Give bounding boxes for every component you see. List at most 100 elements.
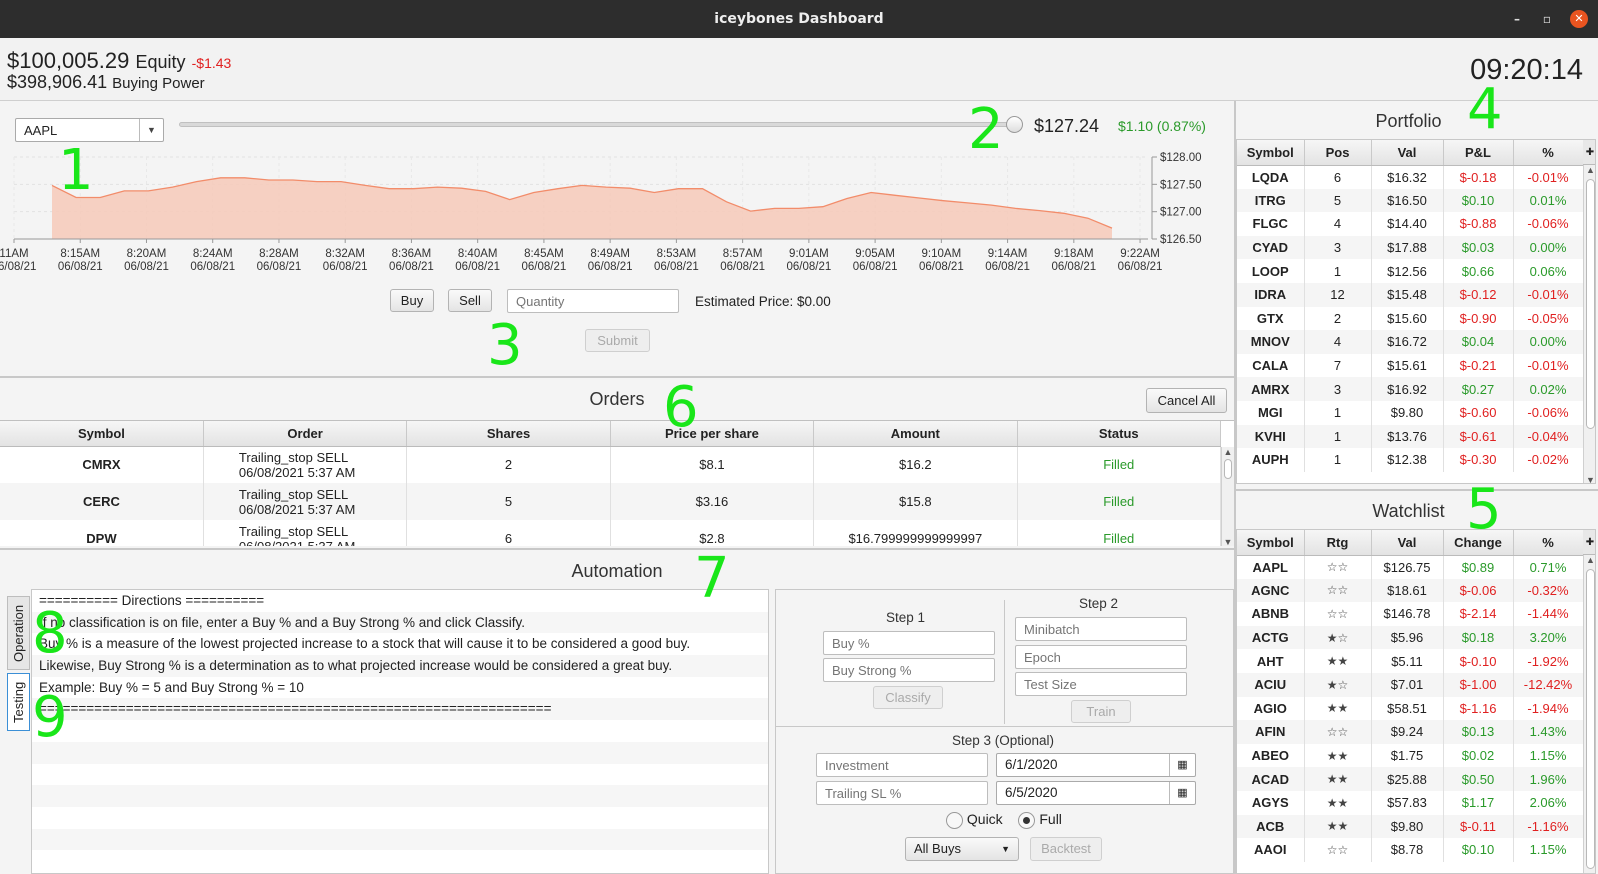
full-label: Full — [1039, 811, 1062, 827]
cancel-all-button[interactable]: Cancel All — [1146, 388, 1227, 413]
portfolio-row[interactable]: LOOP 1 $12.56 $0.66 0.06% — [1237, 259, 1584, 283]
portfolio-row[interactable]: AMRX 3 $16.92 $0.27 0.02% — [1237, 377, 1584, 401]
portfolio-row[interactable]: CYAD 3 $17.88 $0.03 0.00% — [1237, 235, 1584, 260]
watchlist-row[interactable]: AGYS ★★ $57.83 $1.17 2.06% — [1237, 790, 1584, 815]
orders-col-order[interactable]: Order — [203, 421, 408, 447]
portfolio-row[interactable]: GTX 2 $15.60 $-0.90 -0.05% — [1237, 306, 1584, 331]
watchlist-row[interactable]: ACAD ★★ $25.88 $0.50 1.96% — [1237, 767, 1584, 791]
strategy-select[interactable]: All Buys ▼ — [905, 837, 1019, 861]
portfolio-col-pos[interactable]: Pos — [1304, 140, 1372, 166]
tab-operation[interactable]: Operation — [7, 596, 30, 670]
watchlist-row[interactable]: ACIU ★☆ $7.01 $-1.00 -12.42% — [1237, 672, 1584, 697]
portfolio-col-val[interactable]: Val — [1371, 140, 1444, 166]
close-icon[interactable]: ✕ — [1570, 10, 1588, 28]
order-description: Trailing_stop SELL — [238, 486, 349, 502]
watchlist-grid: Symbol Rtg Val Change % AAPL ☆☆ $126.75 $0.… — [1237, 530, 1584, 862]
scroll-up-icon[interactable]: ▲ — [1584, 165, 1595, 175]
portfolio-row[interactable]: IDRA 12 $15.48 $-0.12 -0.01% — [1237, 282, 1584, 307]
chevron-down-icon[interactable]: ▼ — [139, 119, 163, 141]
epoch-input[interactable] — [1015, 645, 1187, 669]
watchlist-row[interactable]: AGIO ★★ $58.51 $-1.16 -1.94% — [1237, 696, 1584, 721]
order-status: Filled — [1017, 483, 1222, 520]
minimize-icon[interactable]: – — [1508, 10, 1526, 28]
directions-text-area[interactable]: ========== Directions ========== If no cl… — [31, 589, 769, 874]
watchlist-row[interactable]: AFIN ☆☆ $9.24 $0.13 1.43% — [1237, 720, 1584, 744]
watchlist-change: $-2.14 — [1443, 602, 1514, 626]
train-button[interactable]: Train — [1071, 700, 1131, 723]
backtest-button[interactable]: Backtest — [1030, 837, 1102, 861]
watchlist-col-val[interactable]: Val — [1371, 530, 1444, 556]
tab-testing[interactable]: Testing — [7, 673, 30, 731]
price-slider-track[interactable] — [179, 122, 1019, 127]
watchlist-change: $0.18 — [1443, 625, 1514, 650]
minibatch-input[interactable] — [1015, 617, 1187, 641]
column-menu-icon[interactable]: ✚ — [1583, 530, 1595, 555]
watchlist-val: $126.75 — [1371, 555, 1444, 579]
portfolio-change: $-0.60 — [1443, 400, 1514, 425]
scroll-up-icon[interactable]: ▲ — [1222, 447, 1234, 457]
portfolio-row[interactable]: LQDA 6 $16.32 $-0.18 -0.01% — [1237, 165, 1584, 189]
buy-strong-percent-input[interactable] — [823, 658, 995, 682]
order-row[interactable]: CMRX Trailing_stop SELL 06/08/2021 5:37 AM… — [0, 446, 1222, 483]
portfolio-pct: -0.01% — [1513, 353, 1584, 378]
watchlist-row[interactable]: AAPL ☆☆ $126.75 $0.89 0.71% — [1237, 555, 1584, 579]
end-date-picker[interactable]: 6/5/2020 ▦ — [996, 781, 1196, 805]
watchlist-row[interactable]: AHT ★★ $5.11 $-0.10 -1.92% — [1237, 649, 1584, 673]
watchlist-scrollbar[interactable]: ▲ — [1583, 555, 1595, 873]
window-title: iceybones Dashboard — [714, 11, 884, 27]
portfolio-row[interactable]: CALA 7 $15.61 $-0.21 -0.01% — [1237, 353, 1584, 378]
portfolio-col-pct[interactable]: % — [1513, 140, 1584, 166]
investment-input[interactable] — [816, 753, 988, 777]
scroll-down-icon[interactable]: ▼ — [1584, 475, 1595, 483]
orders-col-symbol[interactable]: Symbol — [0, 421, 204, 447]
start-date-picker[interactable]: 6/1/2020 ▦ — [996, 753, 1196, 777]
portfolio-col-pl[interactable]: P&L — [1443, 140, 1514, 166]
watchlist-row[interactable]: AGNC ☆☆ $18.61 $-0.06 -0.32% — [1237, 578, 1584, 603]
buy-percent-input[interactable] — [823, 631, 995, 655]
buy-button[interactable]: Buy — [390, 289, 434, 312]
watchlist-col-symbol[interactable]: Symbol — [1237, 530, 1305, 556]
portfolio-row[interactable]: MNOV 4 $16.72 $0.04 0.00% — [1237, 330, 1584, 354]
orders-scrollbar[interactable]: ▲ ▼ — [1221, 447, 1234, 546]
portfolio-row[interactable]: FLGC 4 $14.40 $-0.88 -0.06% — [1237, 212, 1584, 236]
calendar-icon[interactable]: ▦ — [1169, 754, 1195, 776]
portfolio-scroll-thumb[interactable] — [1586, 179, 1595, 429]
portfolio-row[interactable]: ITRG 5 $16.50 $0.10 0.01% — [1237, 188, 1584, 213]
classify-button[interactable]: Classify — [873, 686, 943, 709]
sell-button[interactable]: Sell — [448, 289, 492, 312]
watchlist-row[interactable]: ABEO ★★ $1.75 $0.02 1.15% — [1237, 743, 1584, 768]
orders-scroll-thumb[interactable] — [1224, 459, 1232, 479]
calendar-icon[interactable]: ▦ — [1169, 782, 1195, 804]
portfolio-row[interactable]: AUPH 1 $12.38 $-0.30 -0.02% — [1237, 448, 1584, 472]
watchlist-row[interactable]: ACTG ★☆ $5.96 $0.18 3.20% — [1237, 625, 1584, 650]
test-size-input[interactable] — [1015, 672, 1187, 696]
watchlist-row[interactable]: ACB ★★ $9.80 $-0.11 -1.16% — [1237, 814, 1584, 839]
portfolio-scrollbar[interactable]: ▲ ▼ — [1583, 165, 1595, 483]
scroll-down-icon[interactable]: ▼ — [1222, 537, 1234, 546]
watchlist-row[interactable]: AAOI ☆☆ $8.78 $0.10 1.15% — [1237, 838, 1584, 862]
orders-col-price[interactable]: Price per share — [610, 421, 815, 447]
watchlist-scroll-thumb[interactable] — [1586, 569, 1595, 869]
price-slider-thumb[interactable] — [1006, 116, 1023, 133]
order-row[interactable]: DPW Trailing_stop SELL 06/08/2021 5:37 AM 6… — [0, 520, 1222, 546]
full-radio[interactable] — [1018, 811, 1036, 829]
watchlist-row[interactable]: ABNB ☆☆ $146.78 $-2.14 -1.44% — [1237, 602, 1584, 626]
order-row[interactable]: CERC Trailing_stop SELL 06/08/2021 5:37 AM… — [0, 483, 1222, 520]
portfolio-row[interactable]: MGI 1 $9.80 $-0.60 -0.06% — [1237, 400, 1584, 425]
orders-col-status[interactable]: Status — [1017, 421, 1222, 447]
watchlist-col-rtg[interactable]: Rtg — [1304, 530, 1372, 556]
quick-radio[interactable] — [946, 811, 963, 829]
portfolio-row[interactable]: KVHI 1 $13.76 $-0.61 -0.04% — [1237, 424, 1584, 449]
column-menu-icon[interactable]: ✚ — [1583, 140, 1595, 165]
orders-col-shares[interactable]: Shares — [406, 421, 611, 447]
scroll-up-icon[interactable]: ▲ — [1584, 555, 1595, 565]
portfolio-col-symbol[interactable]: Symbol — [1237, 140, 1305, 166]
order-price: $2.8 — [610, 520, 815, 546]
trailing-sl-input[interactable] — [816, 781, 988, 805]
order-timestamp: 06/08/2021 5:37 AM — [238, 464, 356, 480]
orders-col-amount[interactable]: Amount — [813, 421, 1018, 447]
quantity-input[interactable] — [507, 289, 679, 313]
submit-button[interactable]: Submit — [585, 329, 650, 352]
watchlist-col-pct[interactable]: % — [1513, 530, 1584, 556]
maximize-icon[interactable]: ▫ — [1538, 10, 1556, 28]
